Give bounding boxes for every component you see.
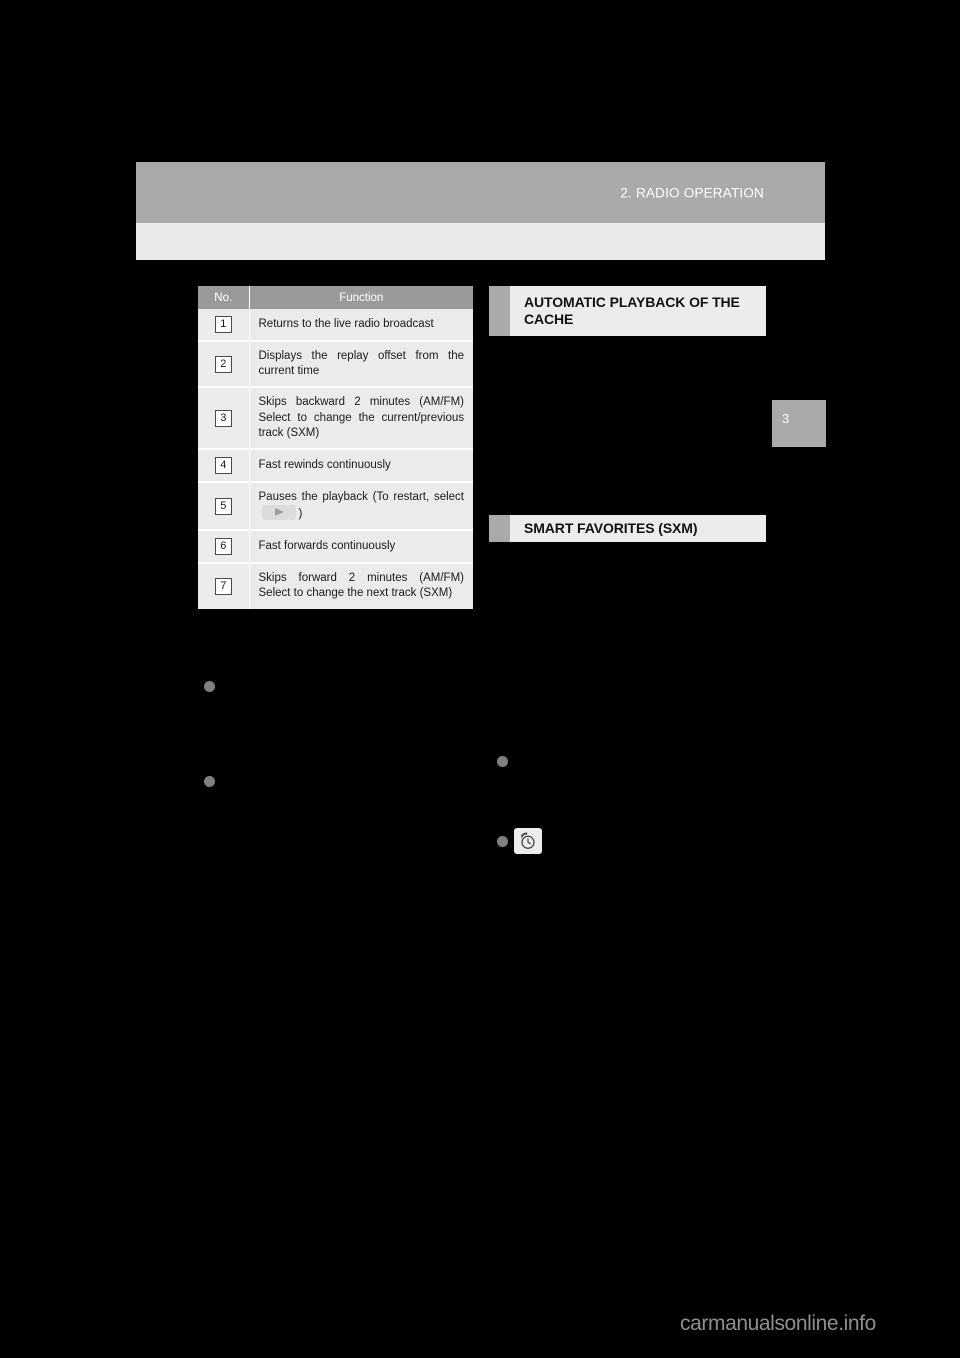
list-item [204, 776, 474, 787]
row-function-cell: Returns to the live radio broadcast [249, 309, 473, 341]
row-number-cell: 7 [198, 562, 250, 609]
number-badge: 2 [214, 355, 232, 373]
table-row: 6 Fast forwards continuously [198, 529, 473, 564]
list-item [204, 681, 474, 692]
row-number-cell: 6 [198, 529, 250, 564]
number-badge: 1 [214, 316, 232, 333]
table-row: 4 Fast rewinds continuously [198, 447, 473, 482]
number-badge: 5 [214, 497, 232, 515]
play-icon [261, 505, 296, 521]
number-badge: 4 [214, 456, 232, 474]
table-header-row: No. Function [198, 286, 473, 309]
bullet-icon [204, 681, 215, 692]
row-number-cell: 1 [198, 309, 250, 341]
bullet-icon [497, 835, 508, 847]
heading-tab-block [489, 515, 510, 543]
function-table: No. Function 1 Returns to the live radio… [198, 286, 473, 609]
page-number-label: 3 [782, 411, 790, 426]
row-number-cell: 4 [198, 447, 250, 482]
section-heading-label: SMART FAVORITES (SXM) [524, 520, 698, 536]
row-function-text-after: ) [298, 508, 303, 521]
site-watermark: carmanualsonline.info [680, 1312, 876, 1335]
column-header-function: Function [249, 286, 473, 309]
section-heading-automatic-playback: AUTOMATIC PLAYBACK OF THE CACHE [489, 286, 766, 337]
left-column: No. Function 1 Returns to the live radio… [198, 286, 473, 609]
row-function-text-before: Pauses the playback (To restart, select [258, 490, 465, 503]
table-row: 5 Pauses the playback (To restart, selec… [198, 480, 473, 531]
table-row: 3 Skips backward 2 minutes (AM/FM) Selec… [198, 386, 473, 449]
bullet-icon [497, 756, 508, 767]
row-function-cell: Skips forward 2 minutes (AM/FM) Select t… [249, 562, 473, 609]
number-badge: 3 [214, 409, 232, 427]
heading-tab-block [489, 286, 510, 337]
table-row: 2 Displays the replay offset from the cu… [198, 339, 473, 388]
row-function-cell: Fast rewinds continuously [249, 447, 473, 482]
section-heading-label: AUTOMATIC PLAYBACK OF THE CACHE [524, 294, 740, 328]
number-badge: 6 [214, 538, 232, 556]
page-number-tab: 3 [772, 400, 826, 447]
alarm-clock-icon [514, 828, 542, 854]
row-function-cell: Pauses the playback (To restart, select) [249, 480, 473, 531]
page-title: 2. RADIO OPERATION [620, 185, 764, 200]
row-number-cell: 5 [198, 480, 250, 531]
number-badge: 7 [214, 577, 232, 595]
right-column: AUTOMATIC PLAYBACK OF THE CACHE [489, 286, 766, 337]
list-item [497, 756, 767, 767]
page-header-band: 2. RADIO OPERATION [136, 162, 825, 223]
row-function-cell: Displays the replay offset from the curr… [249, 339, 473, 388]
right-column-secondary: SMART FAVORITES (SXM) [489, 515, 766, 543]
section-heading-smart-favorites: SMART FAVORITES (SXM) [489, 515, 766, 543]
row-number-cell: 2 [198, 339, 250, 388]
page-header-subband [136, 223, 825, 260]
table-body: 1 Returns to the live radio broadcast 2 … [198, 309, 473, 609]
row-function-cell: Fast forwards continuously [249, 529, 473, 564]
table-row: 7 Skips forward 2 minutes (AM/FM) Select… [198, 562, 473, 609]
row-number-cell: 3 [198, 386, 250, 449]
list-item [497, 828, 767, 854]
table-row: 1 Returns to the live radio broadcast [198, 309, 473, 341]
bullet-icon [204, 776, 215, 787]
row-function-cell: Skips backward 2 minutes (AM/FM) Select … [249, 386, 473, 449]
column-header-no: No. [198, 286, 250, 309]
